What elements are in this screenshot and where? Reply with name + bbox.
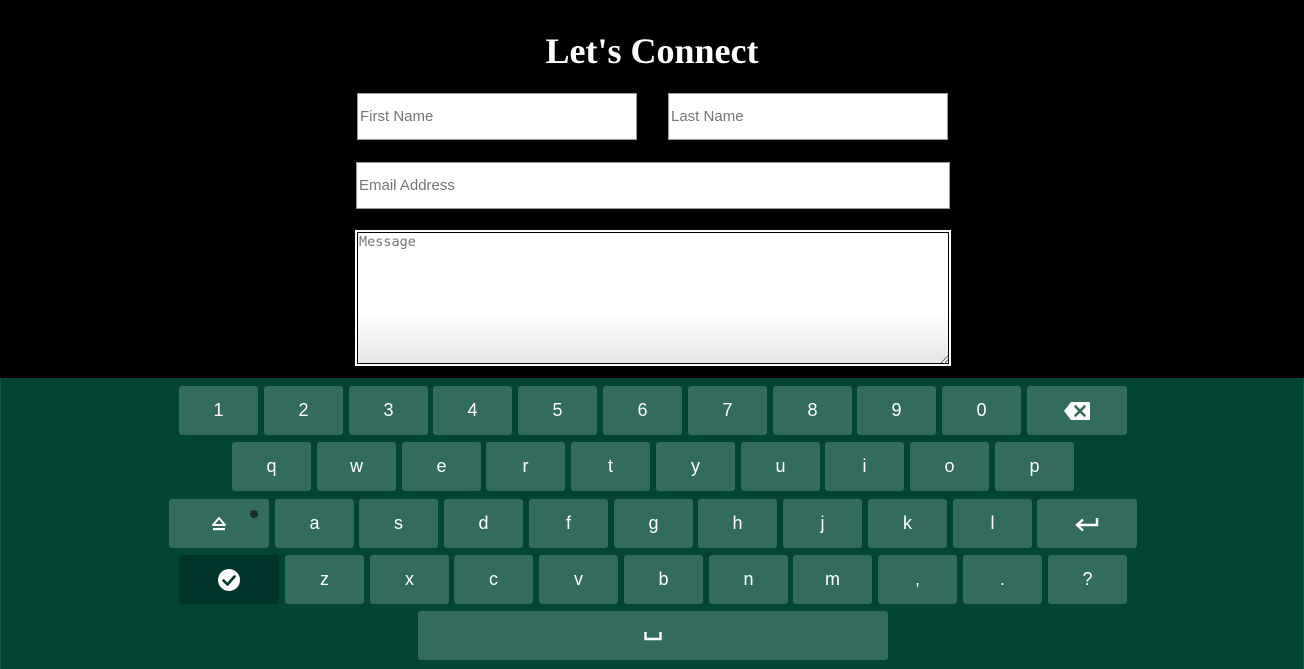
key-w[interactable]: w: [317, 442, 396, 491]
key-q[interactable]: q: [232, 442, 311, 491]
key-a[interactable]: a: [275, 499, 354, 548]
key-6[interactable]: 6: [603, 386, 682, 435]
key-y[interactable]: y: [656, 442, 735, 491]
email-input[interactable]: [356, 162, 950, 209]
virtual-keyboard: 1 2 3 4 5 6 7 8 9 0 q w e r t y u i o p: [0, 378, 1304, 669]
key-8[interactable]: 8: [773, 386, 852, 435]
space-icon: [644, 631, 662, 641]
message-textarea[interactable]: [355, 230, 951, 366]
backspace-key[interactable]: [1027, 386, 1127, 435]
key-9[interactable]: 9: [857, 386, 936, 435]
key-1[interactable]: 1: [179, 386, 258, 435]
key-comma[interactable]: ,: [878, 555, 957, 604]
key-question[interactable]: ?: [1048, 555, 1127, 604]
caps-indicator: [250, 510, 258, 518]
shift-key[interactable]: [169, 499, 269, 548]
page-title: Let's Connect: [545, 31, 759, 71]
key-h[interactable]: h: [698, 499, 777, 548]
contact-page: Let's Connect 1 2 3 4 5 6 7 8 9 0 q w e …: [0, 0, 1304, 669]
key-f[interactable]: f: [529, 499, 608, 548]
key-d[interactable]: d: [444, 499, 523, 548]
last-name-input[interactable]: [668, 93, 948, 140]
key-4[interactable]: 4: [433, 386, 512, 435]
space-key[interactable]: [418, 611, 888, 660]
key-2[interactable]: 2: [264, 386, 343, 435]
key-v[interactable]: v: [539, 555, 618, 604]
key-p[interactable]: p: [995, 442, 1074, 491]
key-g[interactable]: g: [614, 499, 693, 548]
key-u[interactable]: u: [741, 442, 820, 491]
key-x[interactable]: x: [370, 555, 449, 604]
checkmark-icon: [217, 568, 241, 592]
key-l[interactable]: l: [953, 499, 1032, 548]
key-z[interactable]: z: [285, 555, 364, 604]
key-period[interactable]: .: [963, 555, 1042, 604]
key-r[interactable]: r: [486, 442, 565, 491]
key-e[interactable]: e: [402, 442, 481, 491]
key-o[interactable]: o: [910, 442, 989, 491]
done-key[interactable]: [179, 555, 279, 604]
key-7[interactable]: 7: [688, 386, 767, 435]
key-c[interactable]: c: [454, 555, 533, 604]
shift-icon: [211, 516, 227, 532]
key-3[interactable]: 3: [349, 386, 428, 435]
key-i[interactable]: i: [825, 442, 904, 491]
key-b[interactable]: b: [624, 555, 703, 604]
key-n[interactable]: n: [709, 555, 788, 604]
enter-key[interactable]: [1037, 499, 1137, 548]
backspace-icon: [1063, 401, 1091, 421]
key-m[interactable]: m: [793, 555, 872, 604]
enter-icon: [1074, 516, 1100, 532]
key-0[interactable]: 0: [942, 386, 1021, 435]
key-t[interactable]: t: [571, 442, 650, 491]
first-name-input[interactable]: [357, 93, 637, 140]
key-5[interactable]: 5: [518, 386, 597, 435]
key-k[interactable]: k: [868, 499, 947, 548]
key-s[interactable]: s: [359, 499, 438, 548]
key-j[interactable]: j: [783, 499, 862, 548]
